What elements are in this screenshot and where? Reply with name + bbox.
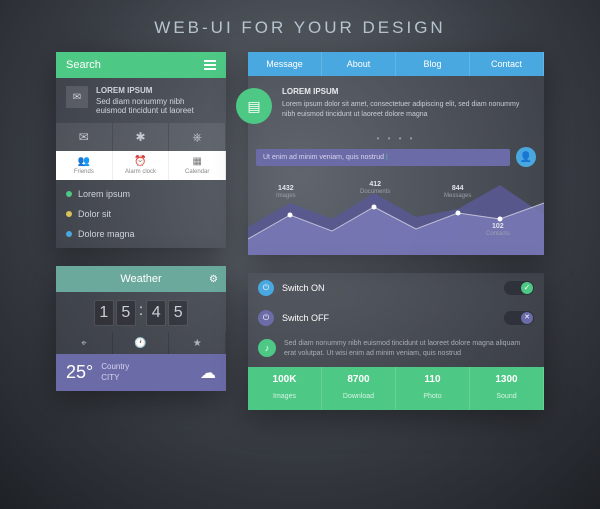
search-header: Search [56, 52, 226, 78]
location: CountryCITY [101, 362, 192, 383]
toggle-on[interactable] [504, 281, 534, 295]
description-text: Sed diam nonummy nibh euismod tincidunt … [284, 339, 534, 359]
list-item[interactable]: Dolor sit [56, 204, 226, 224]
search-title: Search [66, 59, 101, 71]
search-lorem: LOREM IPSUMSed diam nonummy nibh euismod… [96, 86, 216, 115]
tab-contact[interactable]: Contact [470, 52, 544, 76]
document-icon: ▤ [236, 88, 272, 124]
tab-about[interactable]: About [322, 52, 396, 76]
digit: 1 [94, 300, 114, 326]
temperature: 25° [66, 362, 93, 383]
cloud-icon: ☁ [200, 363, 216, 383]
chart-label: 102Contacts [486, 223, 510, 239]
digit: 5 [116, 300, 136, 326]
power-icon: ⏻ [258, 280, 274, 296]
switch-on-row: ⏻ Switch ON [248, 273, 544, 303]
star-icon[interactable]: ★ [169, 332, 226, 354]
clock-icon[interactable]: 🕐 [113, 332, 170, 354]
search-input[interactable]: Ut enim ad minim veniam, quis nostrud | [256, 149, 510, 166]
alarm-tile[interactable]: ⏰Alarm clock [113, 151, 170, 180]
toggle-off[interactable] [504, 311, 534, 325]
tab-blog[interactable]: Blog [396, 52, 470, 76]
search-bar: Ut enim ad minim veniam, quis nostrud | … [248, 147, 544, 175]
chart-label: 412Documents [360, 181, 390, 197]
icon-row: ✉ ✱ ⎈ [56, 123, 226, 151]
description-row: ♪ Sed diam nonummy nibh euismod tincidun… [248, 333, 544, 367]
stats-bar: 100KImages 8700Download 110Photo 1300Sou… [248, 367, 544, 410]
page-title: WEB-UI FOR YOUR DESIGN [0, 0, 600, 52]
tab-bar: Message About Blog Contact [248, 52, 544, 76]
clock: 1 5 : 4 5 [56, 292, 226, 332]
weather-panel: Weather ⚙ 1 5 : 4 5 ⌖ 🕐 ★ 25° CountryCIT… [56, 266, 226, 391]
digit: 4 [146, 300, 166, 326]
list-item[interactable]: Dolore magna [56, 224, 226, 244]
hero: ▤ LOREM IPSUMLorem ipsum dolor sit amet,… [248, 76, 544, 134]
pin-icon[interactable]: ⌖ [56, 332, 113, 354]
stat-images[interactable]: 100KImages [248, 367, 322, 410]
switch-label: Switch OFF [282, 313, 496, 323]
stat-photo[interactable]: 110Photo [396, 367, 470, 410]
user-icon[interactable]: 👤 [516, 147, 536, 167]
main-panel: Message About Blog Contact ▤ LOREM IPSUM… [248, 52, 544, 255]
sidebar-list: Lorem ipsum Dolor sit Dolore magna [56, 180, 226, 248]
chart-label: 1432Images [276, 185, 296, 201]
gear-icon[interactable]: ⚙ [209, 274, 218, 285]
switch-panel: ⏻ Switch ON ⏻ Switch OFF ♪ Sed diam nonu… [248, 273, 544, 410]
switch-label: Switch ON [282, 283, 496, 293]
action-tiles: 👥Friends ⏰Alarm clock ▦Calendar [56, 151, 226, 180]
power-icon: ⏻ [258, 310, 274, 326]
weather-title: Weather [120, 273, 161, 285]
hero-text: LOREM IPSUMLorem ipsum dolor sit amet, c… [282, 86, 534, 124]
anchor-icon[interactable]: ⎈ [169, 123, 226, 151]
tab-message[interactable]: Message [248, 52, 322, 76]
mail-icon[interactable]: ✉ [66, 86, 88, 108]
stat-download[interactable]: 8700Download [322, 367, 396, 410]
weather-header: Weather ⚙ [56, 266, 226, 292]
bug-icon[interactable]: ✱ [113, 123, 170, 151]
weather-icons: ⌖ 🕐 ★ [56, 332, 226, 354]
pager-dots[interactable]: • • • • [248, 134, 544, 147]
stat-sound[interactable]: 1300Sound [470, 367, 544, 410]
search-panel: Search ✉ LOREM IPSUMSed diam nonummy nib… [56, 52, 226, 248]
area-chart: 1432Images 412Documents 844Messages 102C… [248, 175, 544, 255]
digit: 5 [168, 300, 188, 326]
chart-label: 844Messages [444, 185, 471, 201]
music-icon: ♪ [258, 339, 276, 357]
mail-icon[interactable]: ✉ [56, 123, 113, 151]
weather-footer: 25° CountryCITY ☁ [56, 354, 226, 391]
menu-icon[interactable] [204, 60, 216, 70]
friends-tile[interactable]: 👥Friends [56, 151, 113, 180]
switch-off-row: ⏻ Switch OFF [248, 303, 544, 333]
calendar-tile[interactable]: ▦Calendar [169, 151, 226, 180]
list-item[interactable]: Lorem ipsum [56, 184, 226, 204]
